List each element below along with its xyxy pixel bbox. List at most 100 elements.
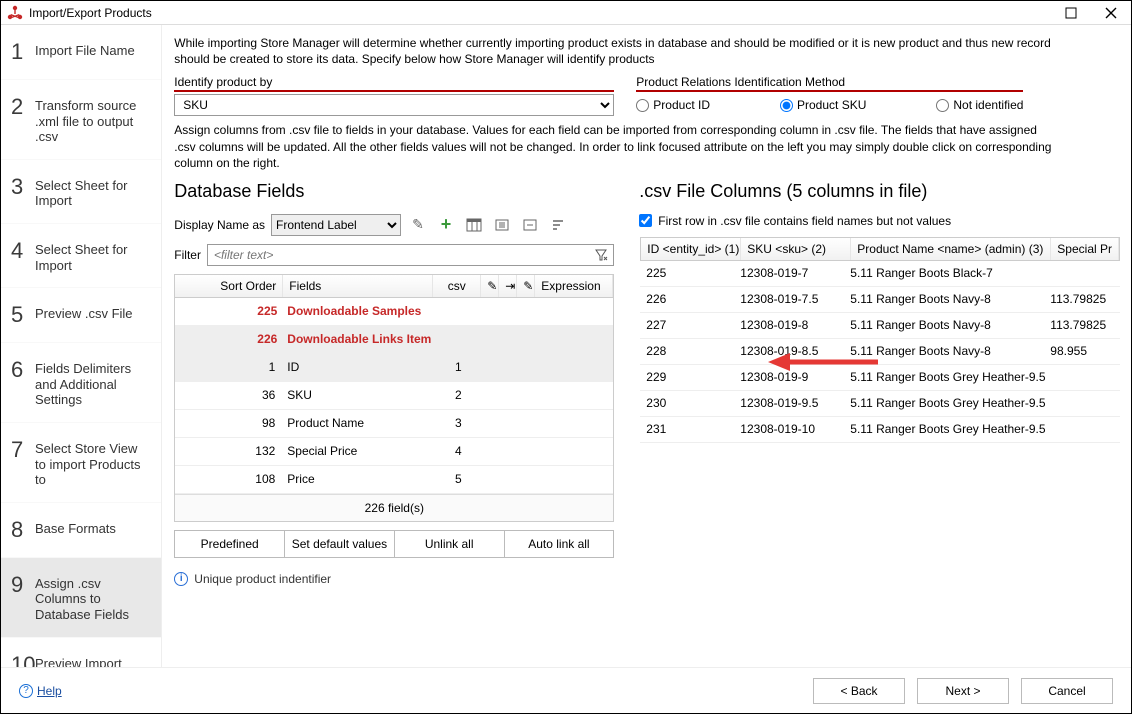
app-icon bbox=[7, 5, 23, 21]
first-row-checkbox[interactable] bbox=[639, 214, 652, 227]
wizard-step-9[interactable]: 9Assign .csv Columns to Database Fields bbox=[1, 558, 161, 638]
cancel-button[interactable]: Cancel bbox=[1021, 678, 1113, 704]
next-button[interactable]: Next > bbox=[917, 678, 1009, 704]
wizard-step-5[interactable]: 5Preview .csv File bbox=[1, 288, 161, 343]
col-expression[interactable]: Expression bbox=[535, 275, 613, 297]
step-label: Preview .csv File bbox=[35, 302, 133, 322]
intro-description: While importing Store Manager will deter… bbox=[174, 35, 1054, 73]
col-sku[interactable]: SKU <sku> (2) bbox=[741, 238, 851, 260]
main-panel: While importing Store Manager will deter… bbox=[162, 25, 1131, 667]
field-row[interactable]: 1ID1 bbox=[175, 354, 613, 382]
sort-icon[interactable] bbox=[547, 214, 569, 236]
step-label: Select Sheet for Import bbox=[35, 238, 151, 273]
radio-product-sku-label: Product SKU bbox=[797, 98, 866, 112]
field-row[interactable]: 108Price5 bbox=[175, 466, 613, 494]
expand-icon[interactable] bbox=[491, 214, 513, 236]
filter-input[interactable] bbox=[207, 244, 614, 266]
help-link[interactable]: ? Help bbox=[19, 684, 62, 698]
unlink-all-button[interactable]: Unlink all bbox=[395, 530, 505, 558]
csv-row[interactable]: 23112308-019-105.11 Ranger Boots Grey He… bbox=[640, 417, 1120, 443]
wizard-step-7[interactable]: 7Select Store View to import Products to bbox=[1, 423, 161, 503]
wizard-step-10[interactable]: 10Preview Import bbox=[1, 638, 161, 668]
set-defaults-button[interactable]: Set default values bbox=[285, 530, 395, 558]
step-number: 5 bbox=[11, 302, 35, 328]
col-special-price[interactable]: Special Pr bbox=[1051, 238, 1119, 260]
display-name-label: Display Name as bbox=[174, 218, 265, 232]
filter-label: Filter bbox=[174, 248, 201, 262]
db-fields-grid: Sort Order Fields csv ✎ ⇥ ✎ Expression 2… bbox=[174, 274, 614, 522]
radio-product-sku[interactable]: Product SKU bbox=[780, 98, 866, 112]
step-number: 6 bbox=[11, 357, 35, 383]
group-row[interactable]: 226Downloadable Links Item bbox=[175, 326, 613, 354]
col-edit-icon: ✎ bbox=[481, 275, 499, 297]
first-row-checkbox-row[interactable]: First row in .csv file contains field na… bbox=[639, 214, 1121, 228]
csv-row[interactable]: 22812308-019-8.55.11 Ranger Boots Navy-8… bbox=[640, 339, 1120, 365]
first-row-label: First row in .csv file contains field na… bbox=[658, 214, 951, 228]
help-text: Help bbox=[37, 684, 62, 698]
csv-row[interactable]: 22512308-019-75.11 Ranger Boots Black-7 bbox=[640, 261, 1120, 287]
col-sort-order[interactable]: Sort Order bbox=[175, 275, 283, 297]
collapse-icon[interactable] bbox=[519, 214, 541, 236]
field-row[interactable]: 36SKU2 bbox=[175, 382, 613, 410]
col-exp-edit-icon: ✎ bbox=[517, 275, 535, 297]
add-icon[interactable]: + bbox=[435, 214, 457, 236]
step-number: 2 bbox=[11, 94, 35, 120]
relations-method-label: Product Relations Identification Method bbox=[636, 75, 1023, 92]
identify-by-label: Identify product by bbox=[174, 75, 614, 92]
assign-description: Assign columns from .csv file to fields … bbox=[174, 122, 1054, 171]
csv-row[interactable]: 23012308-019-9.55.11 Ranger Boots Grey H… bbox=[640, 391, 1120, 417]
step-label: Assign .csv Columns to Database Fields bbox=[35, 572, 151, 623]
back-button[interactable]: < Back bbox=[813, 678, 905, 704]
display-name-select[interactable]: Frontend Label bbox=[271, 214, 401, 236]
step-label: Fields Delimiters and Additional Setting… bbox=[35, 357, 151, 408]
edit-icon[interactable]: ✎ bbox=[407, 214, 429, 236]
wizard-step-3[interactable]: 3Select Sheet for Import bbox=[1, 160, 161, 224]
close-button[interactable] bbox=[1091, 1, 1131, 25]
csv-row[interactable]: 22612308-019-7.55.11 Ranger Boots Navy-8… bbox=[640, 287, 1120, 313]
radio-not-identified[interactable]: Not identified bbox=[936, 98, 1023, 112]
import-export-window: Import/Export Products 1Import File Name… bbox=[0, 0, 1132, 714]
unique-identifier-note: i Unique product indentifier bbox=[174, 572, 614, 586]
step-label: Base Formats bbox=[35, 517, 116, 537]
help-icon: ? bbox=[19, 684, 33, 698]
wizard-step-8[interactable]: 8Base Formats bbox=[1, 503, 161, 558]
relations-radio-group: Product ID Product SKU Not identified bbox=[636, 94, 1023, 116]
database-fields-header: Database Fields bbox=[174, 181, 614, 202]
wizard-step-2[interactable]: 2Transform source .xml file to output .c… bbox=[1, 80, 161, 160]
wizard-footer: ? Help < Back Next > Cancel bbox=[1, 667, 1131, 713]
window-title: Import/Export Products bbox=[29, 6, 152, 20]
group-row[interactable]: 225Downloadable Samples bbox=[175, 298, 613, 326]
db-buttons-row: Predefined Set default values Unlink all… bbox=[174, 530, 614, 558]
radio-not-identified-label: Not identified bbox=[953, 98, 1023, 112]
field-row[interactable]: 132Special Price4 bbox=[175, 438, 613, 466]
radio-product-id[interactable]: Product ID bbox=[636, 98, 710, 112]
step-number: 7 bbox=[11, 437, 35, 463]
step-label: Preview Import bbox=[35, 652, 122, 668]
auto-link-all-button[interactable]: Auto link all bbox=[505, 530, 615, 558]
wizard-step-4[interactable]: 4Select Sheet for Import bbox=[1, 224, 161, 288]
col-entity-id[interactable]: ID <entity_id> (1) bbox=[641, 238, 741, 260]
predefined-button[interactable]: Predefined bbox=[174, 530, 285, 558]
step-number: 4 bbox=[11, 238, 35, 264]
wizard-step-6[interactable]: 6Fields Delimiters and Additional Settin… bbox=[1, 343, 161, 423]
clear-filter-icon[interactable] bbox=[592, 246, 610, 264]
info-icon: i bbox=[174, 572, 188, 586]
field-row[interactable]: 98Product Name3 bbox=[175, 410, 613, 438]
wizard-step-1[interactable]: 1Import File Name bbox=[1, 25, 161, 80]
csv-row[interactable]: 22912308-019-95.11 Ranger Boots Grey Hea… bbox=[640, 365, 1120, 391]
step-label: Select Store View to import Products to bbox=[35, 437, 151, 488]
db-grid-footer: 226 field(s) bbox=[175, 494, 613, 521]
columns-icon[interactable] bbox=[463, 214, 485, 236]
radio-product-id-label: Product ID bbox=[653, 98, 710, 112]
col-product-name[interactable]: Product Name <name> (admin) (3) bbox=[851, 238, 1051, 260]
csv-row[interactable]: 22712308-019-85.11 Ranger Boots Navy-811… bbox=[640, 313, 1120, 339]
col-csv[interactable]: csv bbox=[433, 275, 481, 297]
col-fields[interactable]: Fields bbox=[283, 275, 433, 297]
identify-by-select[interactable]: SKU bbox=[174, 94, 614, 116]
titlebar: Import/Export Products bbox=[1, 1, 1131, 25]
step-label: Transform source .xml file to output .cs… bbox=[35, 94, 151, 145]
maximize-button[interactable] bbox=[1051, 1, 1091, 25]
step-number: 9 bbox=[11, 572, 35, 598]
step-number: 10 bbox=[11, 652, 35, 668]
step-number: 1 bbox=[11, 39, 35, 65]
